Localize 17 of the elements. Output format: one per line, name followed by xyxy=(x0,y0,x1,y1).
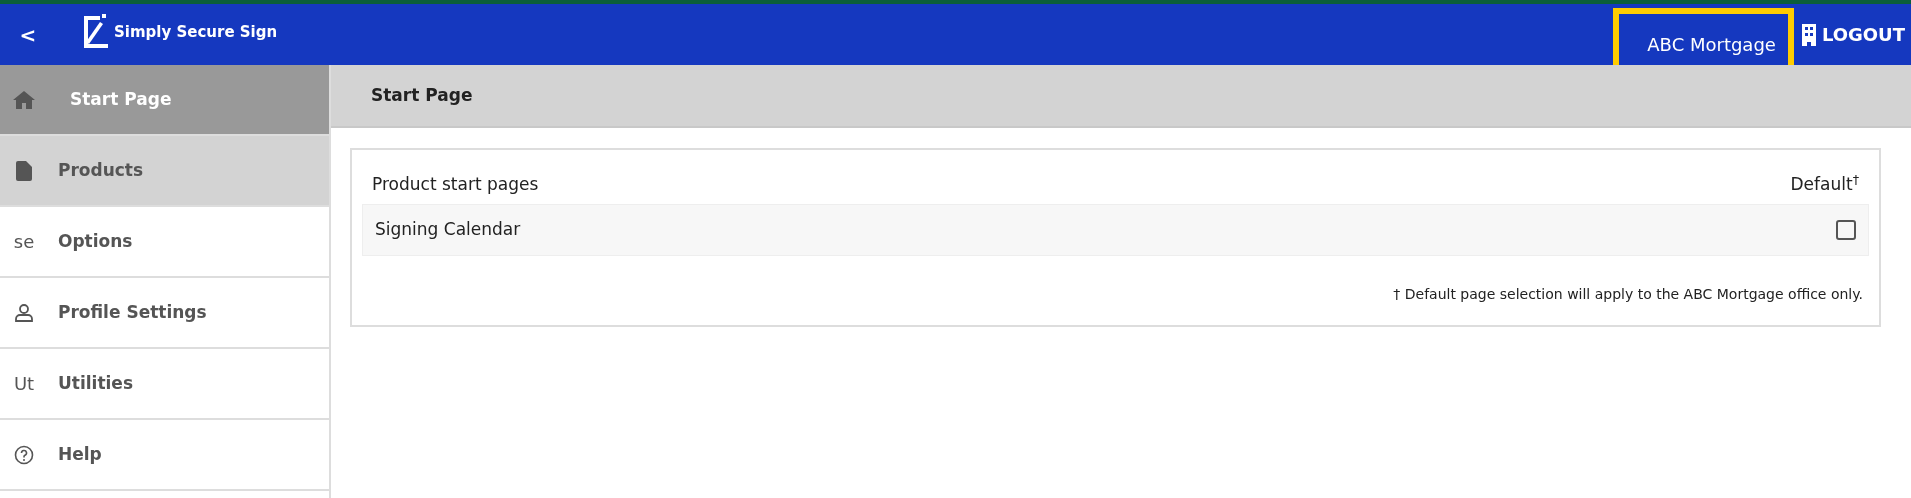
logo-text: Simply Secure Sign xyxy=(114,24,278,40)
icon-placeholder-text: Ut xyxy=(12,372,36,396)
sidebar-item[interactable]: Products xyxy=(0,136,329,207)
sidebar-item[interactable]: Help xyxy=(0,420,329,491)
sidebar-item[interactable]: Profile Settings xyxy=(0,278,329,349)
checkbox[interactable] xyxy=(1836,219,1856,240)
logout-button[interactable]: LOGOUT xyxy=(1815,20,1911,49)
row-label: Signing Calendar xyxy=(375,217,521,241)
page-title: Start Page xyxy=(371,83,473,107)
icon-placeholder-text: se xyxy=(12,230,36,254)
building-icon xyxy=(1801,23,1816,46)
footnote: † Default page selection will apply to the ABC Mortgage office only. xyxy=(1393,285,1863,302)
column-header: Default$^{†}$ xyxy=(1790,172,1859,196)
back-button[interactable]: < xyxy=(0,4,56,65)
column-header: Product start pages xyxy=(372,173,539,196)
sidebar-item[interactable]: Ut Utilities xyxy=(0,349,329,420)
sidebar-item[interactable]: se Options xyxy=(0,207,329,278)
